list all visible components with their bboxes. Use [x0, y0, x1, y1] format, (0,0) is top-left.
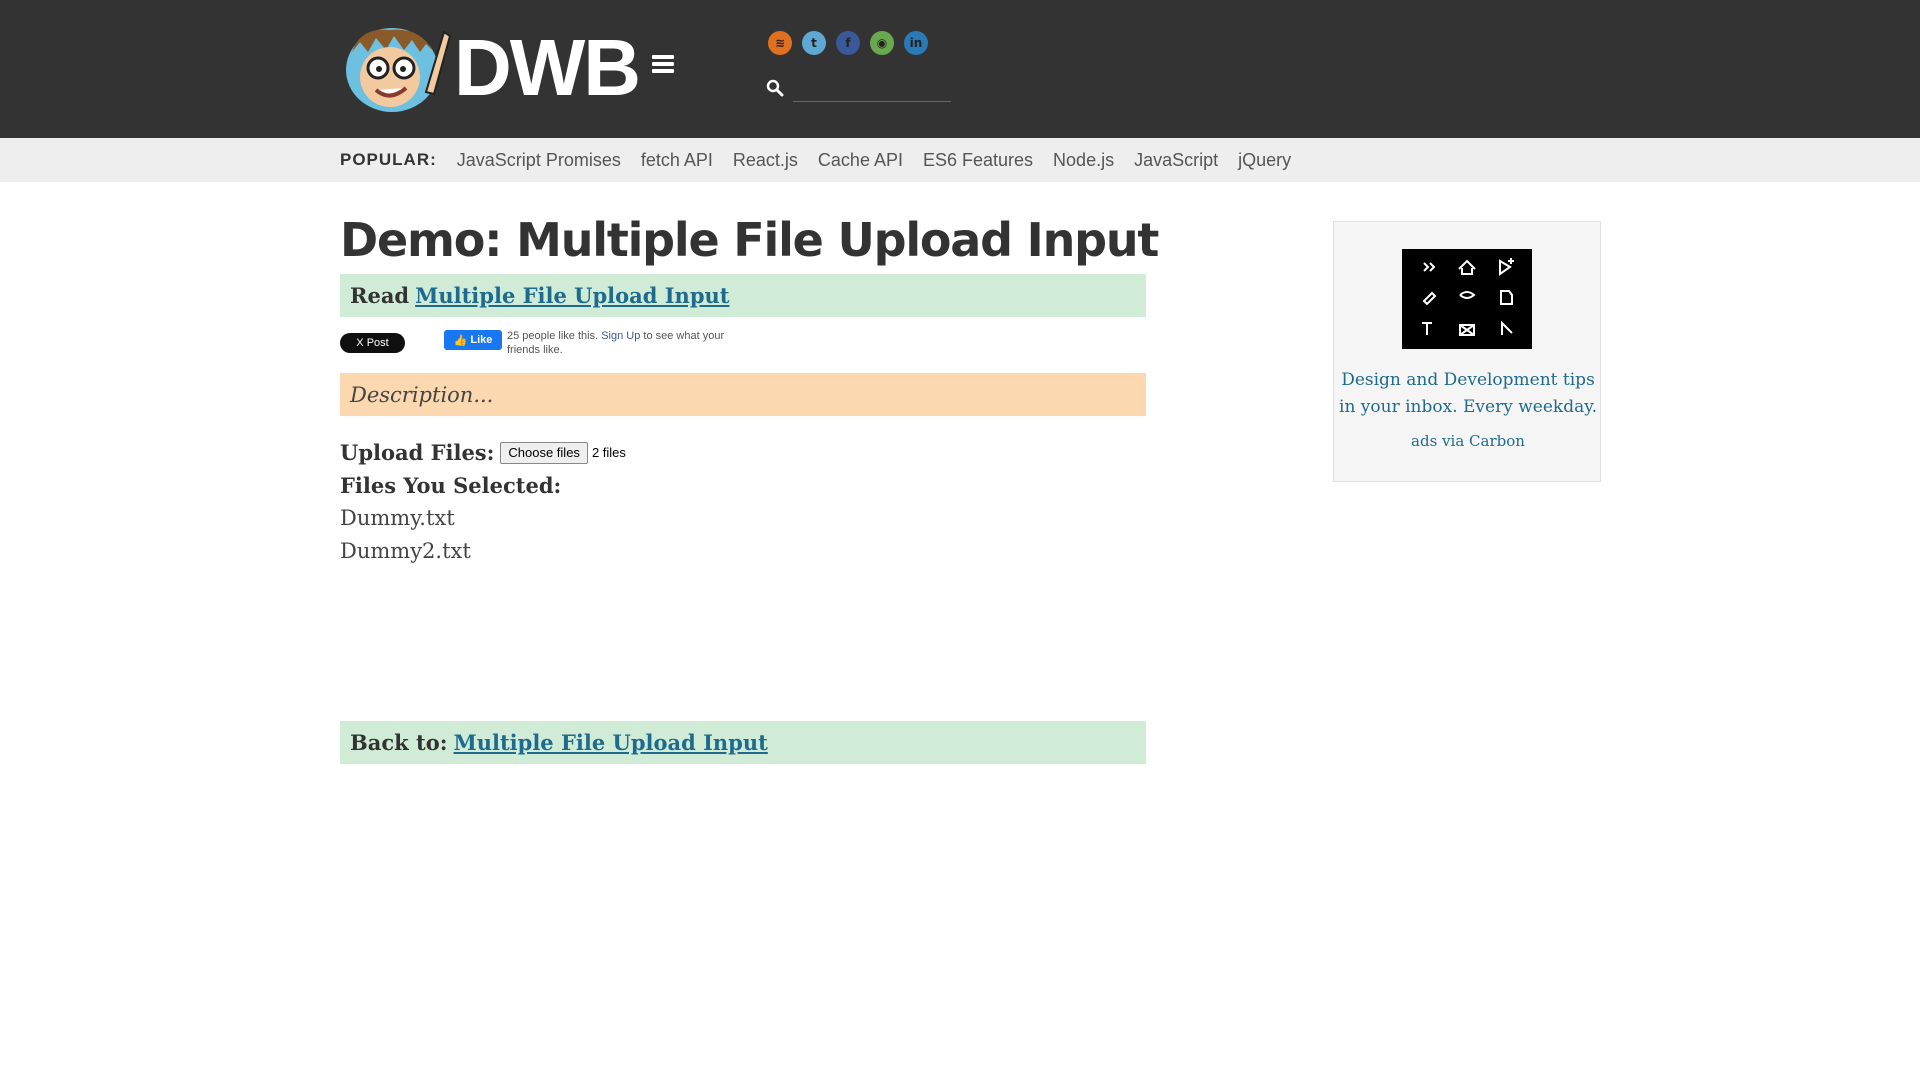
file-count: 2 files [591, 445, 626, 460]
popular-bar: POPULAR: JavaScript Promises fetch API Rea… [0, 138, 1920, 182]
files-selected-label: Files You Selected: [340, 473, 562, 498]
carbon-ad: Design and Development tips in your inbo… [1333, 221, 1601, 482]
thumbs-up-icon: 👍 [453, 334, 468, 347]
x-post-button[interactable]: X Post [340, 333, 405, 353]
selected-file-item: Dummy2.txt [340, 539, 471, 563]
upload-row: Upload Files: Choose files 2 files [340, 440, 626, 465]
facebook-like-count: 25 people like this. [507, 330, 599, 342]
facebook-signup-link[interactable]: Sign Up [601, 330, 640, 342]
ads-via-carbon-link[interactable]: ads via Carbon [1334, 432, 1602, 450]
popular-label: POPULAR: [340, 150, 437, 169]
rss-icon[interactable]: ≋ [768, 31, 792, 55]
read-article-link[interactable]: Multiple File Upload Input [415, 283, 729, 308]
description-box: Description... [340, 373, 1146, 416]
facebook-like-label: Like [470, 334, 493, 346]
back-label: Back to: [350, 730, 448, 755]
ad-image[interactable] [1402, 249, 1532, 349]
search-input[interactable] [793, 82, 951, 102]
site-header: DWB ≋ t f ◉ in [0, 0, 1920, 138]
back-to-box: Back to: Multiple File Upload Input [340, 721, 1146, 764]
back-article-link[interactable]: Multiple File Upload Input [453, 730, 767, 755]
popular-link[interactable]: fetch API [641, 150, 713, 171]
facebook-icon[interactable]: f [836, 31, 860, 55]
popular-link[interactable]: JavaScript [1134, 150, 1218, 171]
popular-link[interactable]: React.js [733, 150, 798, 171]
facebook-like-text: 25 people like this. Sign Up to see what… [507, 329, 737, 355]
search-icon[interactable] [766, 79, 784, 97]
github-icon[interactable]: ◉ [870, 31, 894, 55]
hamburger-menu-icon[interactable] [652, 55, 674, 73]
popular-link[interactable]: ES6 Features [923, 150, 1033, 171]
upload-label: Upload Files: [340, 440, 495, 465]
read-label: Read [350, 283, 410, 308]
popular-link[interactable]: Cache API [818, 150, 903, 171]
popular-link[interactable]: JavaScript Promises [457, 150, 621, 171]
facebook-like-button[interactable]: 👍 Like [444, 330, 502, 350]
ad-text[interactable]: Design and Development tips in your inbo… [1334, 367, 1602, 421]
twitter-icon[interactable]: t [802, 31, 826, 55]
mascot-avatar-icon [346, 28, 452, 112]
page-title: Demo: Multiple File Upload Input [340, 213, 1159, 267]
popular-link[interactable]: jQuery [1238, 150, 1291, 171]
popular-link[interactable]: Node.js [1053, 150, 1114, 171]
selected-file-item: Dummy.txt [340, 506, 455, 530]
social-icons: ≋ t f ◉ in [768, 31, 928, 55]
linkedin-icon[interactable]: in [904, 31, 928, 55]
read-article-box: Read Multiple File Upload Input [340, 274, 1146, 317]
logo-text: DWB [454, 23, 641, 112]
description-text: Description... [350, 382, 494, 407]
site-logo[interactable]: DWB [340, 22, 641, 114]
choose-files-button[interactable]: Choose files [500, 441, 588, 464]
